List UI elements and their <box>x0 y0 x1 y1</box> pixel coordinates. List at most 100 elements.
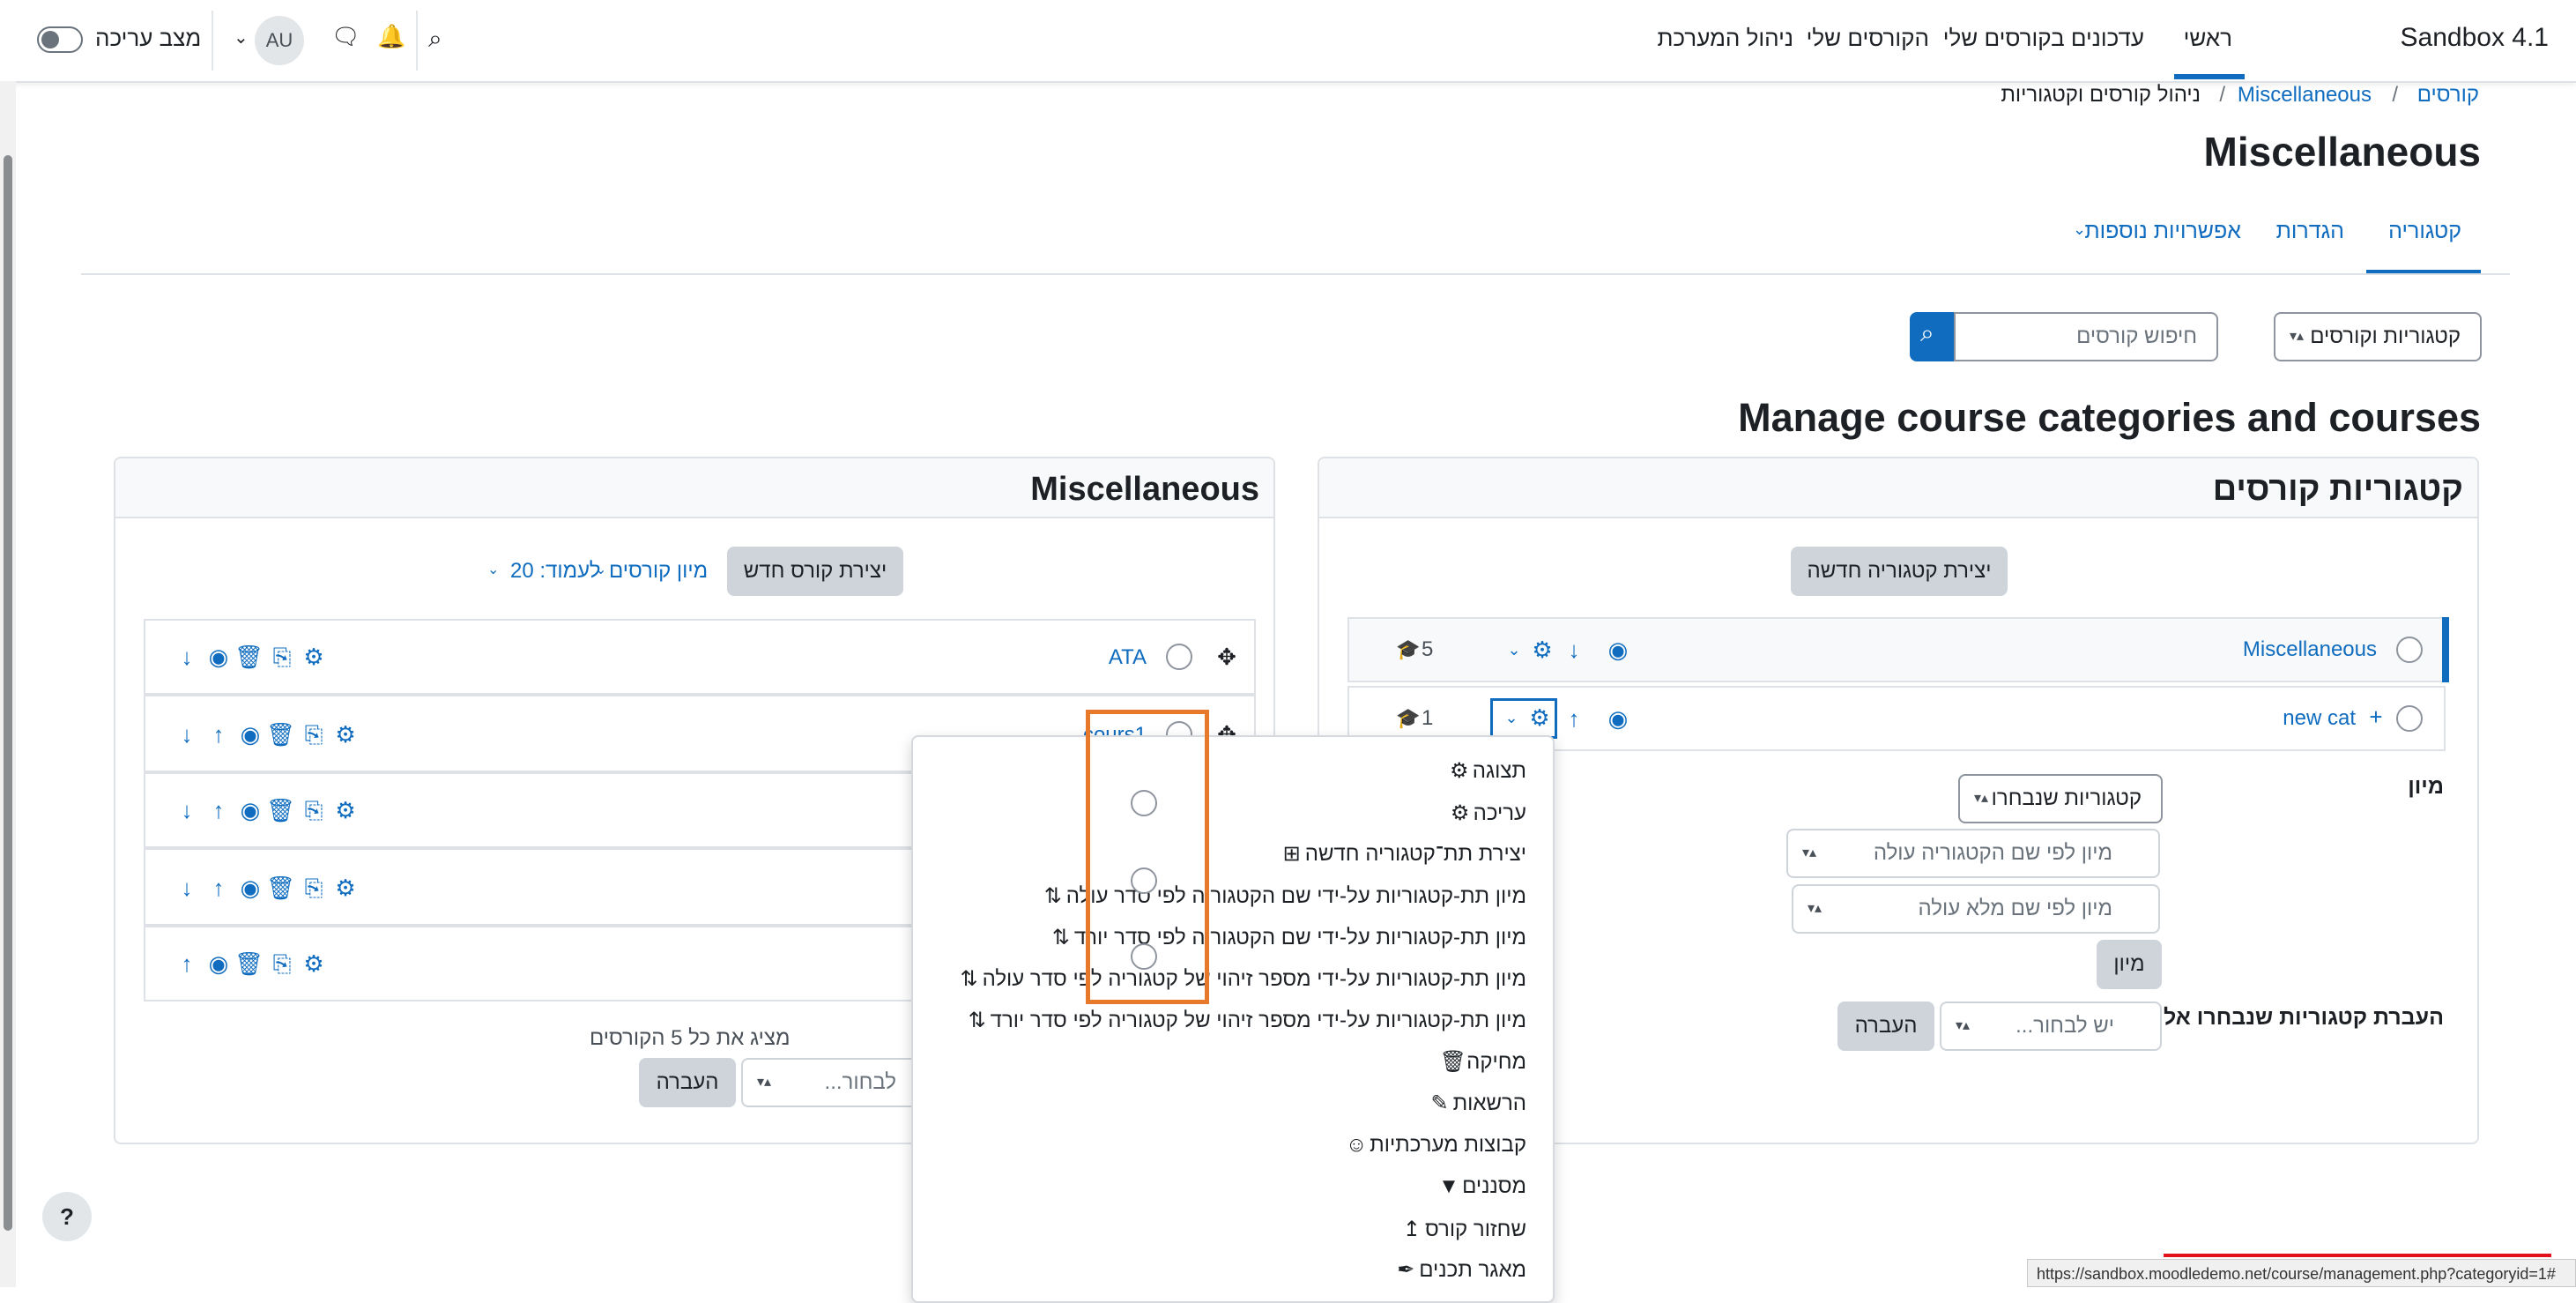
menu-item-permissions[interactable]: הרשאות✎ <box>1418 1091 1527 1116</box>
row-checkbox[interactable] <box>2396 637 2423 663</box>
sort-courses-link[interactable]: מיון קורסים <box>609 559 708 584</box>
chevron-down-icon[interactable]: ⌄ <box>234 26 249 48</box>
search-button[interactable]: ⌕ <box>1910 312 1954 361</box>
navbar-divider <box>416 11 418 71</box>
per-page-link[interactable]: לעמוד: 20 <box>510 559 601 584</box>
arrow-up-icon[interactable]: ↑ <box>205 875 232 901</box>
bell-icon[interactable]: 🔔 <box>377 23 405 50</box>
top-navbar: Sandbox 4.1 ראשי עדכונים בקורסים שלי הקו… <box>0 0 2576 83</box>
menu-item-view[interactable]: תצוגה⚙ <box>1437 758 1526 784</box>
menu-item-content-bank[interactable]: מאגר תכנים✒ <box>1384 1257 1526 1283</box>
gear-icon[interactable]: ⚙ <box>301 950 327 977</box>
site-brand[interactable]: Sandbox 4.1 <box>2401 23 2549 53</box>
nav-item-site-admin[interactable]: ניהול המערכת <box>1657 25 1793 52</box>
move-courses-value: לבחור... <box>824 1070 896 1094</box>
gear-icon[interactable]: ⚙ <box>332 721 359 748</box>
category-name[interactable]: new cat <box>2283 706 2356 731</box>
copy-icon[interactable]: ⎘ <box>269 950 295 977</box>
eye-icon[interactable]: ◉ <box>237 875 264 901</box>
gear-icon[interactable]: ⚙ <box>1529 637 1555 663</box>
tab-category[interactable]: קטגוריה <box>2388 219 2461 244</box>
sort-course-select[interactable]: מיון לפי שם מלא עולה ▴▾ <box>1792 884 2160 934</box>
trash-icon[interactable]: 🗑 <box>234 950 264 977</box>
actions-menu-trigger[interactable]: ⚙ ⌄ <box>1490 698 1557 739</box>
trash-icon[interactable]: 🗑 <box>266 875 295 901</box>
chevron-down-icon[interactable]: ⌄ <box>2073 220 2086 239</box>
gear-icon: ⚙ <box>1450 801 1470 825</box>
move-categories-button[interactable]: העברה <box>1837 1001 1934 1051</box>
gear-icon[interactable]: ⚙ <box>332 875 359 901</box>
category-name[interactable]: Miscellaneous <box>2243 637 2377 662</box>
menu-item-cohorts[interactable]: קבוצות מערכתיות☺ <box>1334 1133 1526 1158</box>
search-icon[interactable]: ⌕ <box>428 25 442 54</box>
nav-item-home[interactable]: ראשי <box>2184 25 2232 52</box>
menu-item-delete[interactable]: מחיקה🗑 <box>1431 1049 1526 1075</box>
menu-item-restore-course[interactable]: שחזור קורס↥ <box>1390 1217 1526 1242</box>
sort-scope-select[interactable]: קטגוריות שנבחרו ▴▾ <box>1958 774 2163 823</box>
menu-item-sort-id-asc[interactable]: מיון תת-קטגוריות על-ידי מספר זיהוי של קט… <box>947 966 1526 992</box>
eye-icon[interactable]: ◉ <box>1605 705 1631 732</box>
trash-icon[interactable]: 🗑 <box>234 644 264 670</box>
copy-icon[interactable]: ⎘ <box>301 721 327 748</box>
eye-icon[interactable]: ◉ <box>237 721 264 748</box>
breadcrumb-courses[interactable]: קורסים <box>2417 83 2479 108</box>
arrow-down-icon[interactable]: ↓ <box>174 797 200 823</box>
category-row[interactable]: Miscellaneous ◉ ↓ ⚙ ⌄ 5 🎓 <box>1347 617 2449 682</box>
course-name[interactable]: ATA <box>1109 645 1147 670</box>
chat-icon[interactable]: 🗨 <box>331 23 360 50</box>
menu-item-edit[interactable]: עריכה⚙ <box>1438 800 1526 826</box>
avatar[interactable]: AU <box>255 16 304 65</box>
trash-icon[interactable]: 🗑 <box>266 797 295 823</box>
arrow-down-icon[interactable]: ↓ <box>174 875 200 901</box>
tab-settings[interactable]: הגדרות <box>2276 219 2344 244</box>
trash-icon[interactable]: 🗑 <box>266 721 295 748</box>
move-handle-icon[interactable]: ✥ <box>1214 644 1240 670</box>
scrollbar-thumb[interactable] <box>4 155 12 1231</box>
menu-item-label: שחזור קורס <box>1424 1217 1526 1241</box>
chevron-down-icon[interactable]: ⌄ <box>487 561 499 578</box>
sort-button[interactable]: מיון <box>2097 940 2162 989</box>
eye-icon[interactable]: ◉ <box>1605 637 1631 663</box>
nav-item-course-updates[interactable]: עדכונים בקורסים שלי <box>1943 25 2144 52</box>
eye-icon[interactable]: ◉ <box>237 797 264 823</box>
copy-icon[interactable]: ⎘ <box>301 875 327 901</box>
arrow-down-icon[interactable]: ↓ <box>174 644 200 670</box>
move-target-select[interactable]: יש לבחור... ▴▾ <box>1940 1001 2162 1051</box>
row-checkbox[interactable] <box>1166 644 1192 670</box>
search-input[interactable]: חיפוש קורסים <box>1954 312 2218 361</box>
arrow-up-icon[interactable]: ↑ <box>205 721 232 748</box>
menu-item-create-subcategory[interactable]: יצירת תת־קטגוריה חדשה⊞ <box>1270 841 1526 867</box>
arrow-up-icon[interactable]: ↑ <box>174 950 200 977</box>
course-count: 1 <box>1422 706 1434 730</box>
scrollbar[interactable] <box>0 81 16 1287</box>
eye-icon[interactable]: ◉ <box>205 950 232 977</box>
copy-icon[interactable]: ⎘ <box>301 797 327 823</box>
menu-item-label: מיון תת-קטגוריות על-ידי מספר זיהוי של קט… <box>990 1009 1526 1032</box>
row-checkbox[interactable] <box>2396 705 2423 732</box>
create-category-button[interactable]: יצירת קטגוריה חדשה <box>1791 547 2008 596</box>
view-select[interactable]: קטגוריות וקורסים ▴▾ <box>2274 312 2482 361</box>
plus-icon[interactable]: + <box>2363 704 2389 730</box>
move-courses-select[interactable]: לבחור... ▴▾ <box>741 1058 917 1107</box>
course-row[interactable]: ✥ ATA ⚙ ⎘ 🗑 ◉ ↓ <box>144 619 1256 695</box>
create-course-button[interactable]: יצירת קורס חדש <box>727 547 903 596</box>
chevron-down-icon[interactable]: ⌄ <box>1501 637 1527 663</box>
gear-icon[interactable]: ⚙ <box>332 797 359 823</box>
eye-icon[interactable]: ◉ <box>205 644 232 670</box>
gear-icon[interactable]: ⚙ <box>301 644 327 670</box>
menu-item-sort-id-desc[interactable]: מיון תת-קטגוריות על-ידי מספר זיהוי של קט… <box>955 1008 1526 1033</box>
menu-item-filters[interactable]: מסננים▼ <box>1427 1174 1526 1199</box>
sort-category-select[interactable]: מיון לפי שם הקטגוריה עולה ▴▾ <box>1786 829 2160 878</box>
sort-label: מיון <box>2408 774 2444 799</box>
copy-icon[interactable]: ⎘ <box>269 644 295 670</box>
arrow-up-icon[interactable]: ↑ <box>205 797 232 823</box>
arrow-down-icon[interactable]: ↓ <box>1561 637 1587 663</box>
help-button[interactable]: ? <box>42 1192 92 1241</box>
breadcrumb-miscellaneous[interactable]: Miscellaneous <box>2238 83 2372 108</box>
nav-item-my-courses[interactable]: הקורסים שלי <box>1807 25 1929 52</box>
edit-mode-toggle[interactable] <box>37 26 83 53</box>
tab-more-options[interactable]: אפשרויות נוספות <box>2084 219 2241 244</box>
arrow-down-icon[interactable]: ↓ <box>174 721 200 748</box>
arrow-up-icon[interactable]: ↑ <box>1561 705 1587 732</box>
move-courses-button[interactable]: העברה <box>639 1058 736 1107</box>
